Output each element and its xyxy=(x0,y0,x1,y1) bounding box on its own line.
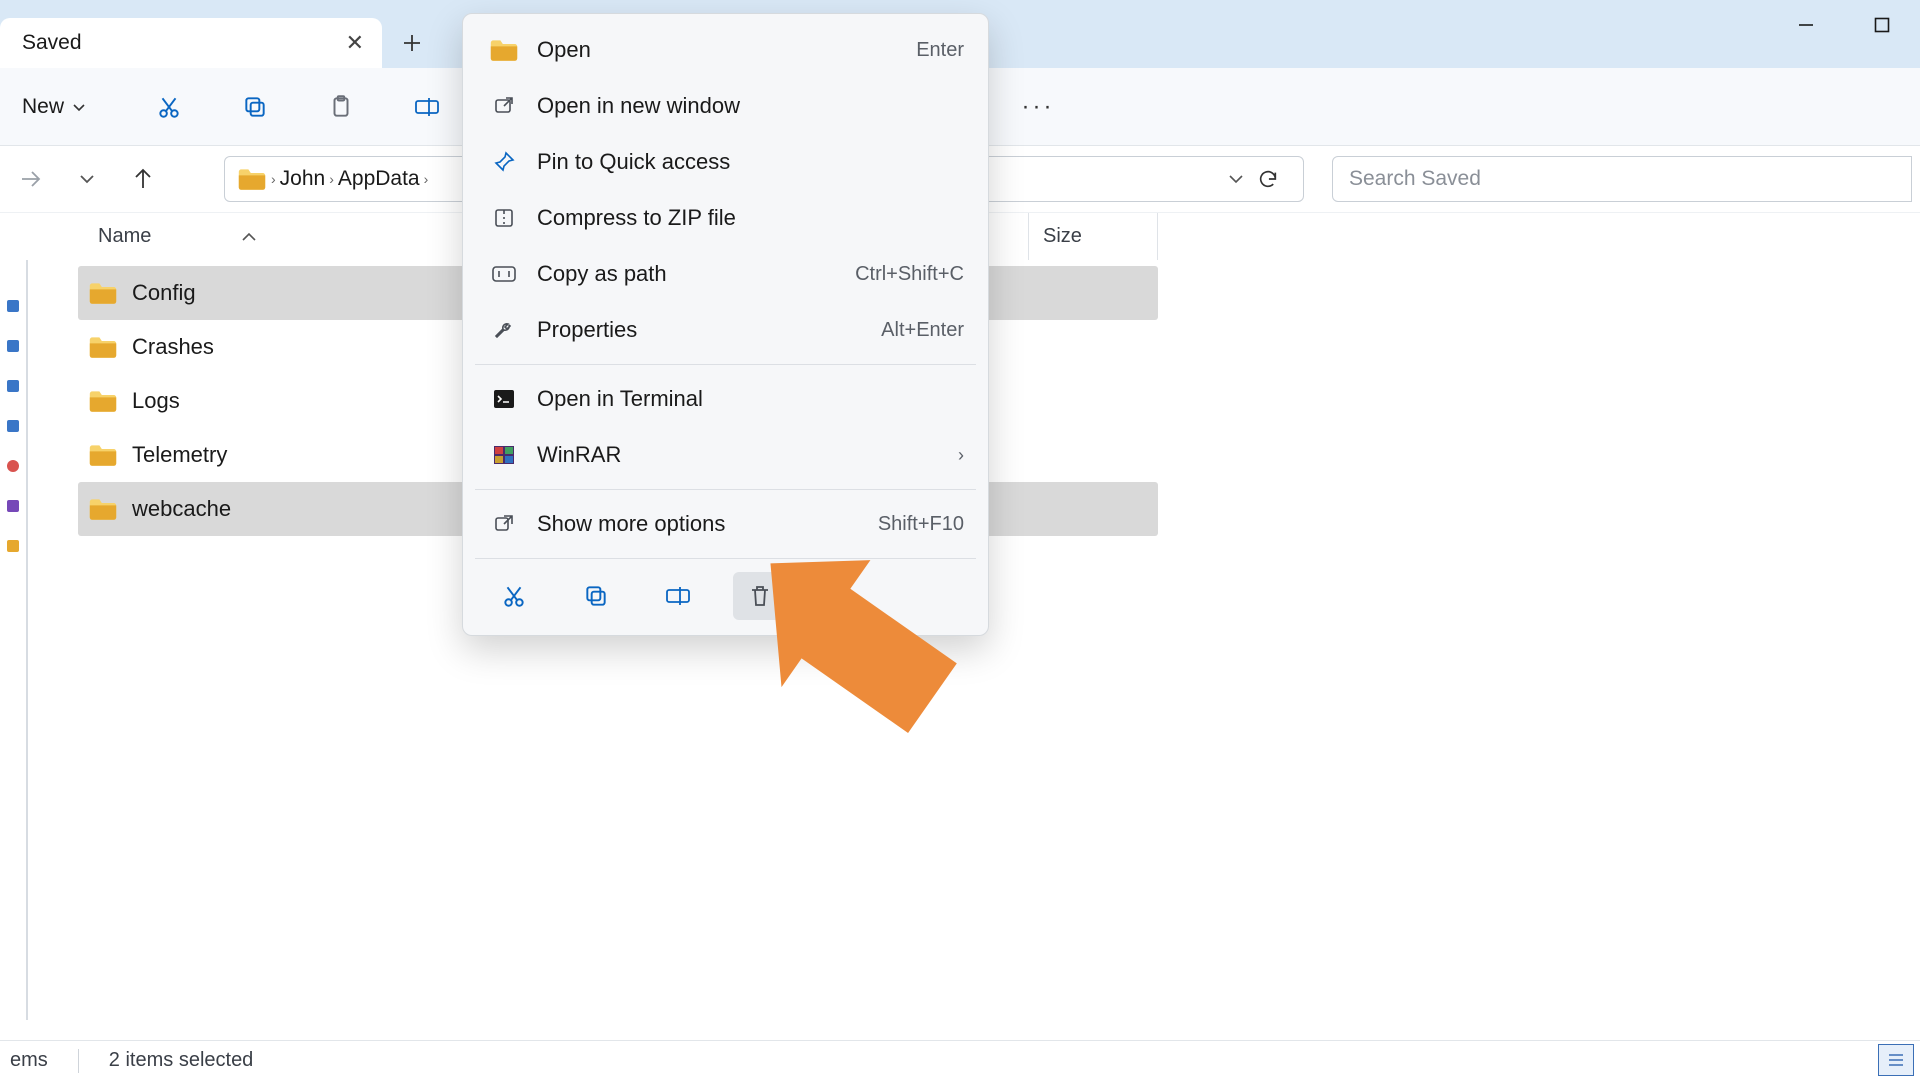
details-view-button[interactable] xyxy=(1878,1044,1914,1076)
menu-label: Pin to Quick access xyxy=(537,149,730,175)
menu-label: Open xyxy=(537,37,591,63)
menu-shortcut: Shift+F10 xyxy=(878,513,964,536)
file-name: Config xyxy=(132,280,196,306)
rename-button[interactable] xyxy=(396,79,458,135)
recent-dropdown[interactable] xyxy=(64,156,110,202)
context-menu: Open Enter Open in new window Pin to Quick … xyxy=(462,13,989,636)
up-button[interactable] xyxy=(120,156,166,202)
zip-icon xyxy=(487,206,521,230)
menu-label: Open in Terminal xyxy=(537,386,703,412)
newwin-icon xyxy=(487,94,521,118)
crumb-appdata[interactable]: AppData xyxy=(338,167,420,191)
menu-shortcut: Ctrl+Shift+C xyxy=(855,263,964,286)
chevron-right-icon: › xyxy=(271,171,276,187)
pin-icon xyxy=(487,150,521,174)
tab-title: Saved xyxy=(22,31,82,55)
file-name: Logs xyxy=(132,388,180,414)
terminal-icon xyxy=(487,388,521,410)
folder-icon xyxy=(88,389,118,413)
copy-icon xyxy=(583,583,609,609)
menu-copy-as-path[interactable]: Copy as path Ctrl+Shift+C xyxy=(463,246,988,302)
menu-label: Properties xyxy=(537,317,637,343)
menu-label: Copy as path xyxy=(537,261,667,287)
chevron-right-icon: › xyxy=(958,445,964,466)
menu-label: WinRAR xyxy=(537,442,621,468)
folder-icon xyxy=(237,167,267,191)
menu-shortcut: Alt+Enter xyxy=(881,319,964,342)
menu-show-more-options[interactable]: Show more options Shift+F10 xyxy=(463,496,988,552)
more-button[interactable]: ··· xyxy=(1008,93,1068,121)
folder-icon xyxy=(88,443,118,467)
tab-saved[interactable]: Saved ✕ xyxy=(0,18,382,68)
search-input[interactable]: Search Saved xyxy=(1332,156,1912,202)
rename-icon xyxy=(664,584,692,608)
menu-open-in-terminal[interactable]: Open in Terminal xyxy=(463,371,988,427)
refresh-button[interactable] xyxy=(1245,156,1291,202)
status-selected: 2 items selected xyxy=(109,1049,254,1072)
close-icon[interactable]: ✕ xyxy=(346,30,364,56)
copy-button[interactable] xyxy=(569,572,623,620)
folder-icon xyxy=(88,281,118,305)
menu-open[interactable]: Open Enter xyxy=(463,22,988,78)
maximize-button[interactable] xyxy=(1844,0,1920,50)
new-tab-button[interactable] xyxy=(382,18,442,68)
cut-icon xyxy=(501,583,527,609)
folder-icon xyxy=(88,335,118,359)
chevron-right-icon: › xyxy=(424,171,429,187)
status-items: ems xyxy=(10,1049,48,1072)
folder-icon xyxy=(487,38,521,62)
forward-button[interactable] xyxy=(8,156,54,202)
menu-pin-to-quick-access[interactable]: Pin to Quick access xyxy=(463,134,988,190)
rename-button[interactable] xyxy=(651,572,705,620)
winrar-icon xyxy=(487,444,521,466)
menu-shortcut: Enter xyxy=(916,39,964,62)
file-name: Telemetry xyxy=(132,442,227,468)
addr-dropdown[interactable] xyxy=(1227,172,1245,186)
cut-button[interactable] xyxy=(138,79,200,135)
menu-open-in-new-window[interactable]: Open in new window xyxy=(463,78,988,134)
menu-compress-to-zip-file[interactable]: Compress to ZIP file xyxy=(463,190,988,246)
column-size[interactable]: Size xyxy=(1028,213,1158,260)
minimize-button[interactable] xyxy=(1768,0,1844,50)
menu-label: Compress to ZIP file xyxy=(537,205,736,231)
window-controls xyxy=(1768,0,1920,50)
sort-asc-icon xyxy=(241,231,257,243)
file-name: webcache xyxy=(132,496,231,522)
crumb-john[interactable]: John xyxy=(280,167,326,191)
cut-button[interactable] xyxy=(487,572,541,620)
search-placeholder: Search Saved xyxy=(1349,167,1481,191)
folder-icon xyxy=(88,497,118,521)
path-icon xyxy=(487,263,521,285)
column-name[interactable]: Name xyxy=(98,225,358,248)
more-icon xyxy=(487,512,521,536)
new-label: New xyxy=(22,95,64,119)
more-dots: ··· xyxy=(1022,93,1055,121)
menu-label: Open in new window xyxy=(537,93,740,119)
status-bar: ems 2 items selected xyxy=(0,1040,1920,1080)
nav-sidebar-edge xyxy=(0,260,28,1020)
wrench-icon xyxy=(487,318,521,342)
menu-properties[interactable]: Properties Alt+Enter xyxy=(463,302,988,358)
annotation-arrow xyxy=(740,560,980,750)
menu-winrar[interactable]: WinRAR › xyxy=(463,427,988,483)
new-button[interactable]: New xyxy=(8,87,104,127)
paste-button[interactable] xyxy=(310,79,372,135)
copy-button[interactable] xyxy=(224,79,286,135)
chevron-right-icon: › xyxy=(329,171,334,187)
file-name: Crashes xyxy=(132,334,214,360)
menu-label: Show more options xyxy=(537,511,725,537)
